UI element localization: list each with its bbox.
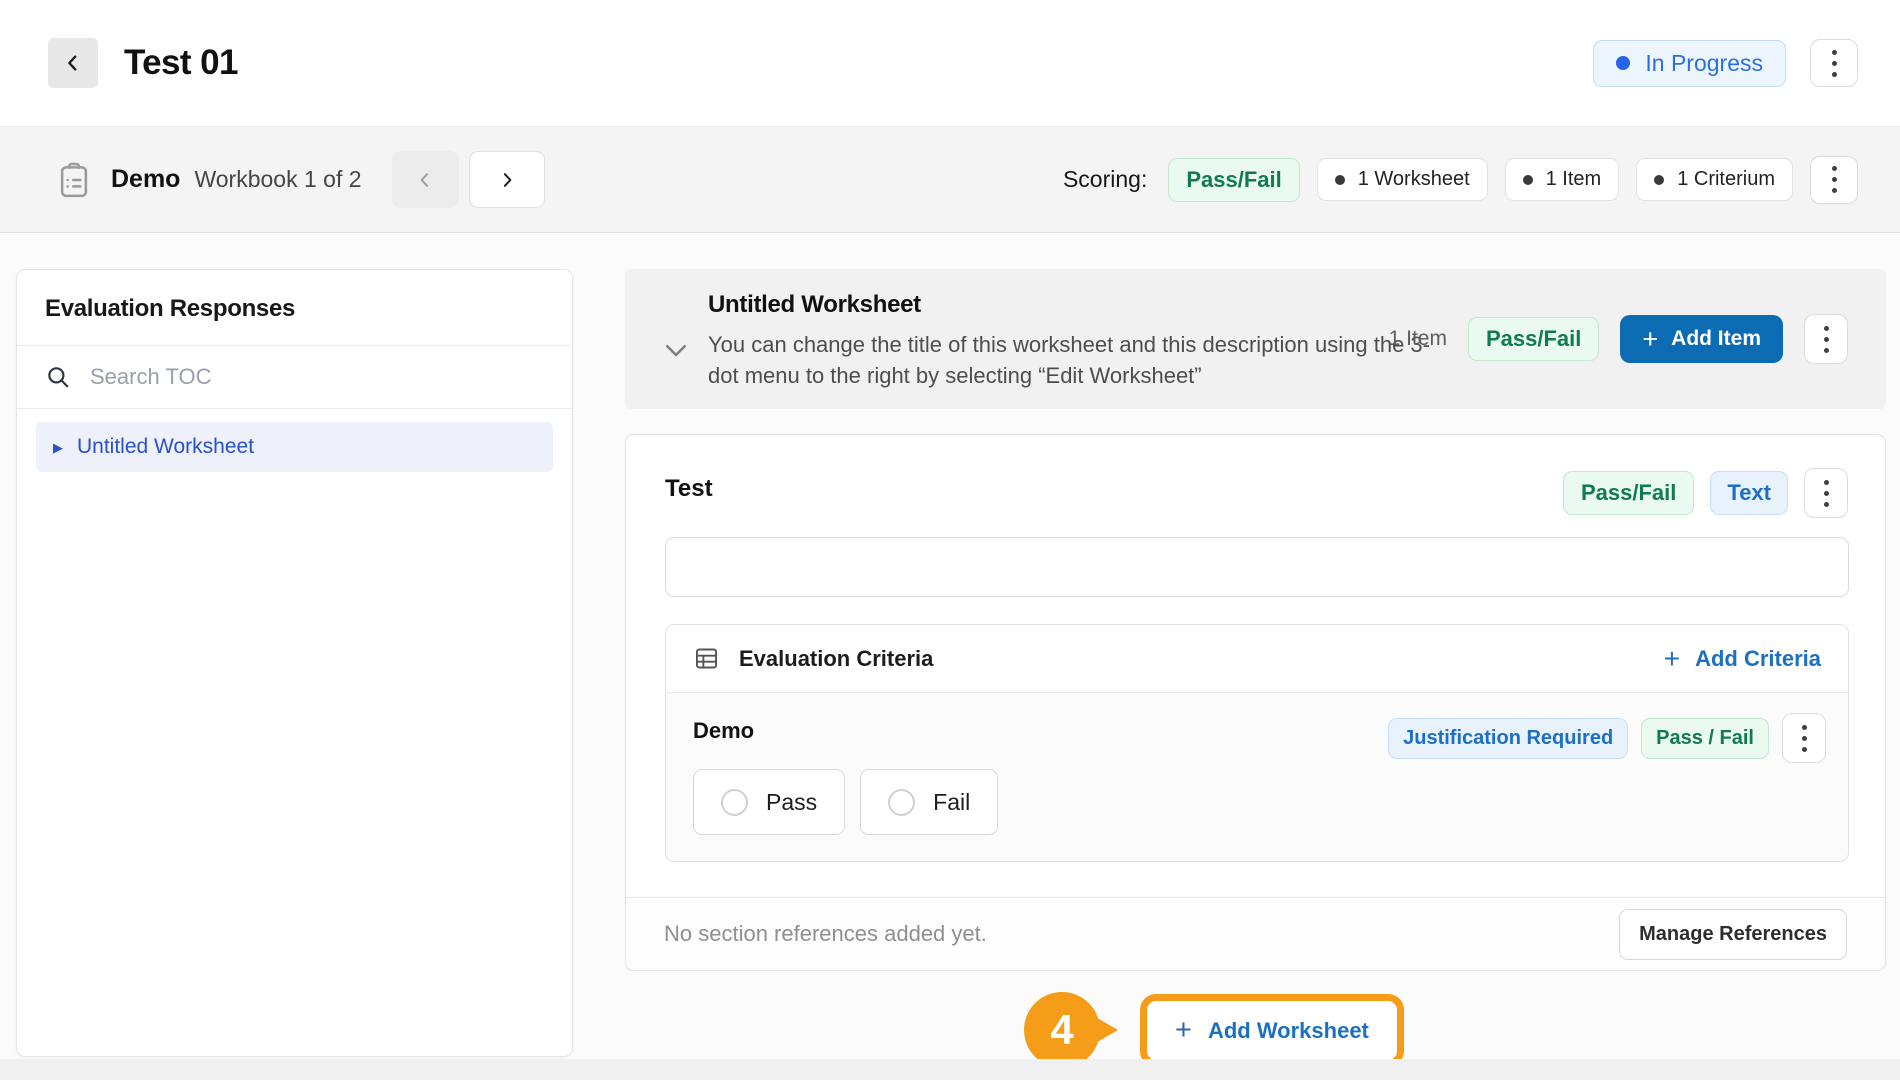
scoring-value-badge: Pass/Fail	[1168, 158, 1299, 202]
item-card: Test Pass/Fail Text Evaluation Criteria …	[625, 434, 1886, 971]
criterion-options: Pass Fail	[693, 769, 1821, 835]
toc-item-label: Untitled Worksheet	[77, 435, 254, 459]
header-menu-button[interactable]	[1810, 39, 1858, 87]
workbook-toolbar: Demo Workbook 1 of 2 Scoring: Pass/Fail …	[0, 127, 1900, 233]
status-dot-icon	[1616, 56, 1630, 70]
item-count-label: 1 Item	[1546, 168, 1602, 191]
item-menu-button[interactable]	[1804, 468, 1848, 518]
references-footer: No section references added yet. Manage …	[626, 897, 1885, 970]
status-label: In Progress	[1645, 50, 1763, 77]
criterion-badges: Justification Required Pass / Fail	[1388, 713, 1826, 763]
chevron-left-icon	[415, 170, 435, 190]
caret-right-icon: ▶	[53, 441, 63, 454]
dot-icon	[1654, 175, 1664, 185]
item-type-badge: Text	[1710, 471, 1788, 515]
worksheet-count-badge: 1 Worksheet	[1317, 158, 1488, 201]
top-header: Test 01 In Progress	[0, 0, 1900, 127]
toc-search-row	[17, 346, 572, 409]
radio-icon	[888, 789, 915, 816]
worksheet-header: Untitled Worksheet You can change the ti…	[625, 269, 1886, 409]
header-right: In Progress	[1593, 39, 1858, 87]
kebab-icon	[1824, 326, 1829, 353]
table-icon	[693, 645, 720, 672]
annotation-balloon-4: 4	[1024, 992, 1100, 1068]
worksheet-description: You can change the title of this workshe…	[708, 329, 1444, 391]
scoring-label: Scoring:	[1063, 166, 1147, 193]
bottom-band	[0, 1059, 1900, 1080]
sidebar-title: Evaluation Responses	[17, 270, 572, 346]
item-count-badge: 1 Item	[1505, 158, 1620, 201]
option-pass-label: Pass	[766, 789, 817, 816]
add-criteria-button[interactable]: + Add Criteria	[1664, 643, 1821, 675]
add-worksheet-button[interactable]: + Add Worksheet	[1151, 1005, 1393, 1056]
kebab-icon	[1832, 50, 1837, 77]
chevron-down-icon	[661, 335, 691, 365]
option-fail[interactable]: Fail	[860, 769, 998, 835]
annotation-highlight-ring: + Add Worksheet	[1140, 994, 1404, 1067]
plus-icon: +	[1175, 1014, 1192, 1047]
previous-workbook-button[interactable]	[392, 151, 459, 208]
criteria-header: Evaluation Criteria + Add Criteria	[666, 625, 1848, 693]
option-fail-label: Fail	[933, 789, 970, 816]
plus-icon: +	[1664, 643, 1680, 675]
dot-icon	[1335, 175, 1345, 185]
add-worksheet-label: Add Worksheet	[1208, 1018, 1369, 1044]
criterium-count-badge: 1 Criterium	[1636, 158, 1793, 201]
criterion-menu-button[interactable]	[1782, 713, 1826, 763]
evaluation-responses-panel: Evaluation Responses ▶ Untitled Workshee…	[16, 269, 573, 1057]
status-badge[interactable]: In Progress	[1593, 40, 1786, 87]
worksheet-item-count: 1 Item	[1389, 327, 1447, 351]
add-item-label: Add Item	[1671, 327, 1761, 351]
toc-search-input[interactable]	[90, 364, 544, 390]
references-empty-text: No section references added yet.	[664, 921, 987, 947]
add-item-button[interactable]: + Add Item	[1620, 315, 1783, 363]
criteria-row: Demo Justification Required Pass / Fail …	[666, 693, 1848, 860]
worksheet-count-label: 1 Worksheet	[1358, 168, 1470, 191]
kebab-icon	[1832, 166, 1837, 193]
criterion-scoring-badge: Pass / Fail	[1641, 718, 1769, 759]
worksheet-title: Untitled Worksheet	[708, 291, 921, 319]
manage-references-button[interactable]: Manage References	[1619, 909, 1847, 960]
collapse-worksheet-button[interactable]	[661, 335, 691, 365]
page-title: Test 01	[124, 43, 238, 83]
add-criteria-label: Add Criteria	[1695, 646, 1821, 672]
worksheet-scoring-badge: Pass/Fail	[1468, 317, 1599, 361]
radio-icon	[721, 789, 748, 816]
toolbar-menu-button[interactable]	[1810, 156, 1858, 204]
dot-icon	[1523, 175, 1533, 185]
worksheet-menu-button[interactable]	[1804, 314, 1848, 364]
workbook-name: Demo	[111, 165, 180, 194]
item-response-input[interactable]	[665, 537, 1849, 597]
item-scoring-badge: Pass/Fail	[1563, 471, 1694, 515]
kebab-icon	[1824, 480, 1829, 507]
next-workbook-button[interactable]	[469, 151, 545, 208]
back-button[interactable]	[48, 38, 98, 88]
chevron-left-icon	[62, 52, 84, 74]
item-badges: Pass/Fail Text	[1563, 468, 1848, 518]
search-icon	[45, 364, 71, 390]
evaluation-criteria-card: Evaluation Criteria + Add Criteria Demo …	[665, 624, 1849, 862]
criteria-section-title: Evaluation Criteria	[739, 646, 933, 672]
chevron-right-icon	[497, 170, 517, 190]
plus-icon: +	[1642, 329, 1658, 349]
item-title: Test	[665, 475, 713, 503]
worksheet-header-actions: 1 Item Pass/Fail + Add Item	[1389, 314, 1848, 364]
kebab-icon	[1802, 725, 1807, 752]
justification-required-badge: Justification Required	[1388, 718, 1628, 759]
annotation-number: 4	[1050, 1006, 1073, 1054]
workbook-pagination-label: Workbook 1 of 2	[194, 166, 361, 193]
criterium-count-label: 1 Criterium	[1677, 168, 1775, 191]
toolbar-right: Scoring: Pass/Fail 1 Worksheet 1 Item 1 …	[1063, 156, 1858, 204]
clipboard-icon	[55, 160, 93, 200]
toc-item-untitled-worksheet[interactable]: ▶ Untitled Worksheet	[36, 422, 553, 472]
app-root: Test 01 In Progress Demo Workbook 1 of 2	[0, 0, 1900, 1080]
option-pass[interactable]: Pass	[693, 769, 845, 835]
